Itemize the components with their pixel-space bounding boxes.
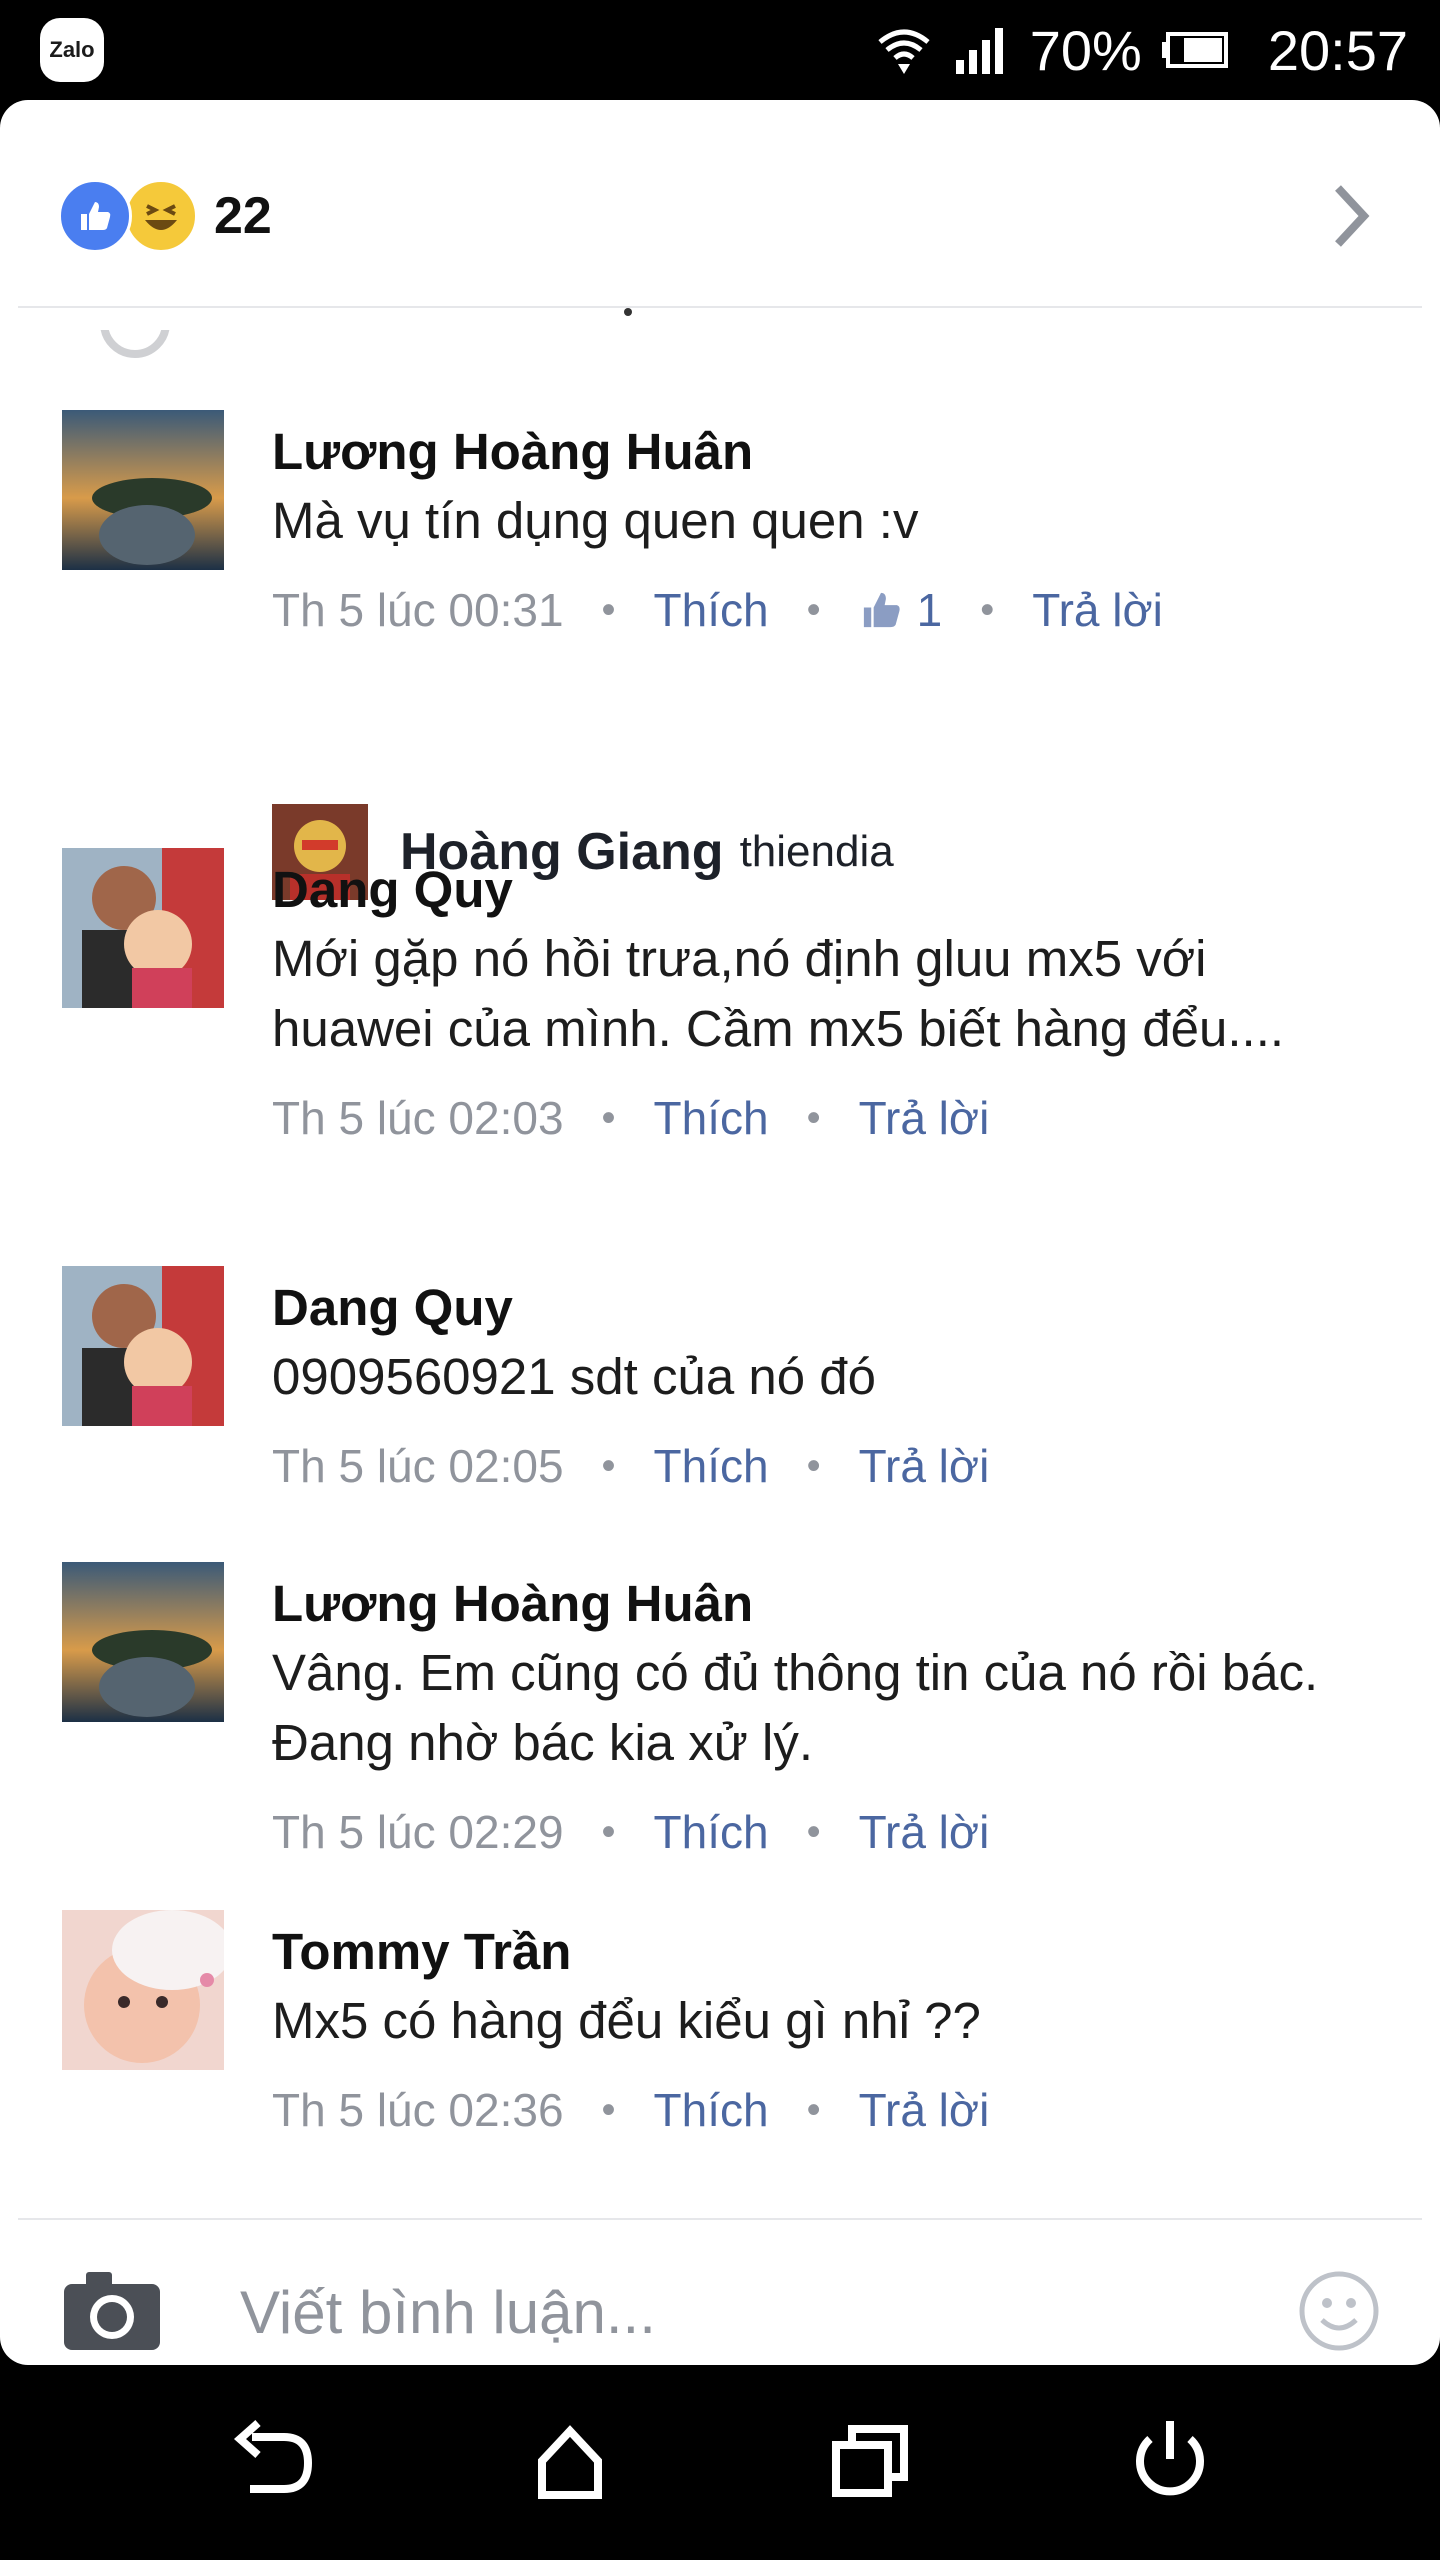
separator-dot: • — [980, 587, 995, 632]
back-icon[interactable] — [222, 2415, 322, 2505]
comment-input[interactable]: Viết bình luận... — [240, 2278, 656, 2347]
avatar[interactable] — [62, 848, 224, 1008]
comment-time[interactable]: Th 5 lúc 02:05 — [272, 1439, 564, 1493]
recent-apps-icon[interactable] — [820, 2415, 920, 2505]
home-icon[interactable] — [520, 2415, 620, 2505]
comment-author[interactable]: Lương Hoàng Huân — [272, 1570, 1372, 1638]
emoji-icon[interactable] — [1298, 2270, 1380, 2352]
reactions-summary[interactable]: 22 — [58, 178, 272, 254]
avatar[interactable] — [62, 1266, 224, 1426]
comment-author[interactable]: Tommy Trần — [272, 1918, 1372, 1986]
battery-percent: 70% — [1029, 18, 1142, 82]
composer-divider — [18, 2218, 1422, 2220]
like-reaction-icon — [58, 179, 132, 253]
comment-text: Mới gặp nó hồi trưa,nó định gluu mx5 với… — [272, 930, 1285, 1057]
comment-author[interactable]: Dang Quy — [272, 856, 1372, 924]
like-link[interactable]: Thích — [654, 583, 769, 637]
reply-link[interactable]: Trả lời — [859, 2083, 990, 2137]
separator-dot: • — [601, 1095, 616, 1140]
header-divider — [18, 306, 1422, 308]
comment-text: Vâng. Em cũng có đủ thông tin của nó rồi… — [272, 1644, 1319, 1771]
separator-dot: • — [806, 587, 821, 632]
reply-link[interactable]: Trả lời — [1032, 583, 1163, 637]
separator-dot: • — [601, 587, 616, 632]
battery-icon — [1161, 32, 1228, 68]
reply-link[interactable]: Trả lời — [859, 1439, 990, 1493]
signal-icon — [955, 28, 1003, 74]
like-count[interactable]: 1 — [859, 583, 943, 637]
comments-sheet: 22 Lương Hoàng Huân Mà vụ tín dụng quen … — [0, 100, 1440, 2365]
avatar[interactable] — [62, 410, 224, 570]
like-link[interactable]: Thích — [654, 1805, 769, 1859]
thumbs-up-icon — [863, 592, 900, 628]
zalo-badge-label: Zalo — [49, 37, 95, 62]
status-bar: Zalo 70% 20:57 — [0, 0, 1440, 100]
haha-reaction-icon — [124, 179, 198, 253]
separator-dot: • — [601, 1809, 616, 1854]
reply-link[interactable]: Trả lời — [859, 1805, 990, 1859]
partial-dot — [624, 308, 632, 316]
like-link[interactable]: Thích — [654, 1091, 769, 1145]
separator-dot: • — [806, 1809, 821, 1854]
comment-time[interactable]: Th 5 lúc 02:03 — [272, 1091, 564, 1145]
like-link[interactable]: Thích — [654, 2083, 769, 2137]
comment-time[interactable]: Th 5 lúc 00:31 — [272, 583, 564, 637]
separator-dot: • — [806, 1443, 821, 1488]
comment-text: Mx5 có hàng đểu kiểu gì nhỉ ?? — [272, 1992, 981, 2049]
avatar[interactable] — [62, 1562, 224, 1722]
separator-dot: • — [806, 1095, 821, 1140]
avatar[interactable] — [62, 1910, 224, 2070]
reply-link[interactable]: Trả lời — [859, 1091, 990, 1145]
android-nav-bar — [0, 2365, 1440, 2560]
comment-time[interactable]: Th 5 lúc 02:29 — [272, 1805, 564, 1859]
comment-text: 0909560921 sdt của nó đó — [272, 1348, 877, 1405]
reaction-count: 22 — [214, 187, 272, 245]
camera-icon[interactable] — [62, 2268, 162, 2352]
comment-author[interactable]: Dang Quy — [272, 1274, 1372, 1342]
like-link[interactable]: Thích — [654, 1439, 769, 1493]
power-icon[interactable] — [1120, 2415, 1220, 2505]
wifi-icon — [878, 29, 930, 74]
comment-author[interactable]: Lương Hoàng Huân — [272, 418, 1372, 486]
partial-avatar — [100, 330, 170, 358]
zalo-app-icon: Zalo — [40, 18, 104, 82]
comment-text: Mà vụ tín dụng quen quen :v — [272, 492, 919, 549]
clock: 20:57 — [1267, 18, 1408, 82]
comment-time[interactable]: Th 5 lúc 02:36 — [272, 2083, 564, 2137]
separator-dot: • — [601, 2087, 616, 2132]
chevron-right-icon[interactable] — [1320, 176, 1380, 256]
separator-dot: • — [601, 1443, 616, 1488]
like-count-value: 1 — [916, 584, 943, 636]
separator-dot: • — [806, 2087, 821, 2132]
comment-composer: Viết bình luận... — [0, 2158, 1440, 2365]
